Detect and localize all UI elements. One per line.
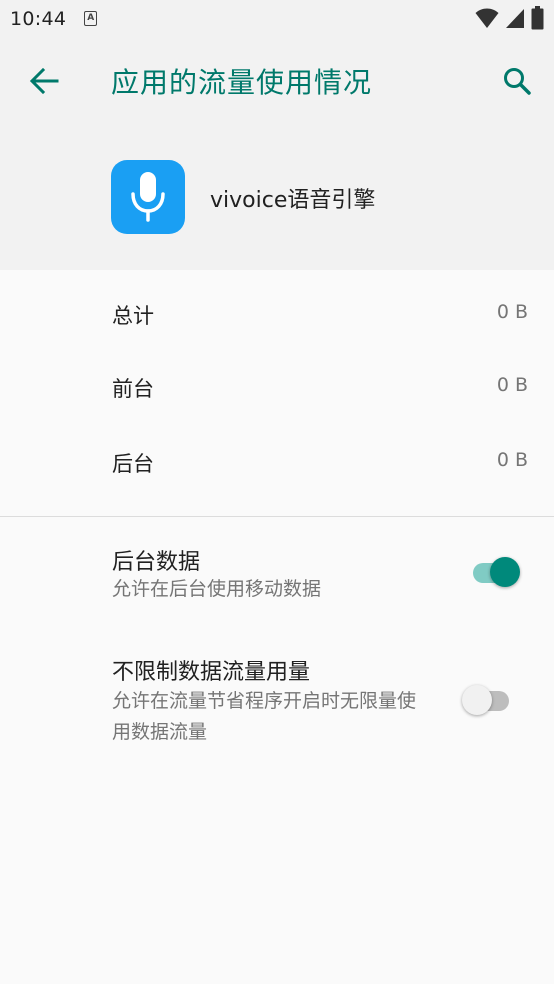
battery-icon xyxy=(531,6,544,30)
unrestricted-data-subtitle: 允许在流量节省程序开启时无限量使用数据流量 xyxy=(112,690,417,743)
arrow-back-icon xyxy=(29,68,59,94)
search-icon xyxy=(504,68,531,95)
usage-row-foreground: 前台 0 B xyxy=(0,367,554,407)
background-data-switch[interactable] xyxy=(470,554,524,590)
cellular-signal-icon xyxy=(506,9,524,28)
unrestricted-data-title: 不限制数据流量用量 xyxy=(112,660,311,685)
usage-background-label: 后台 xyxy=(112,452,154,476)
switch-thumb xyxy=(490,557,520,587)
unrestricted-data-switch[interactable] xyxy=(462,682,516,718)
background-data-setting[interactable]: 后台数据 允许在后台使用移动数据 xyxy=(0,530,554,620)
usage-total-label: 总计 xyxy=(112,304,154,328)
back-button[interactable] xyxy=(26,63,62,99)
page-title: 应用的流量使用情况 xyxy=(111,66,373,99)
app-icon xyxy=(111,160,185,234)
app-name: vivoice语音引擎 xyxy=(210,188,376,213)
status-time: 10:44 xyxy=(10,7,67,30)
usage-foreground-label: 前台 xyxy=(112,377,154,401)
notification-a-icon: A xyxy=(84,11,98,26)
usage-foreground-value: 0 B xyxy=(496,374,528,396)
microphone-icon xyxy=(131,172,165,222)
search-button[interactable] xyxy=(497,61,537,101)
status-bar: 10:44 A xyxy=(0,0,554,37)
app-header: 应用的流量使用情况 vivoice语音引擎 xyxy=(0,37,554,270)
background-data-subtitle: 允许在后台使用移动数据 xyxy=(112,578,322,600)
switch-thumb xyxy=(462,685,492,715)
usage-total-value: 0 B xyxy=(496,301,528,323)
usage-background-value: 0 B xyxy=(496,449,528,471)
background-data-title: 后台数据 xyxy=(112,550,201,575)
unrestricted-data-setting[interactable]: 不限制数据流量用量 允许在流量节省程序开启时无限量使用数据流量 xyxy=(0,640,554,760)
status-icons xyxy=(475,6,544,30)
usage-row-total: 总计 0 B xyxy=(0,294,554,334)
wifi-icon xyxy=(475,8,499,28)
divider xyxy=(0,516,554,517)
usage-row-background: 后台 0 B xyxy=(0,442,554,482)
